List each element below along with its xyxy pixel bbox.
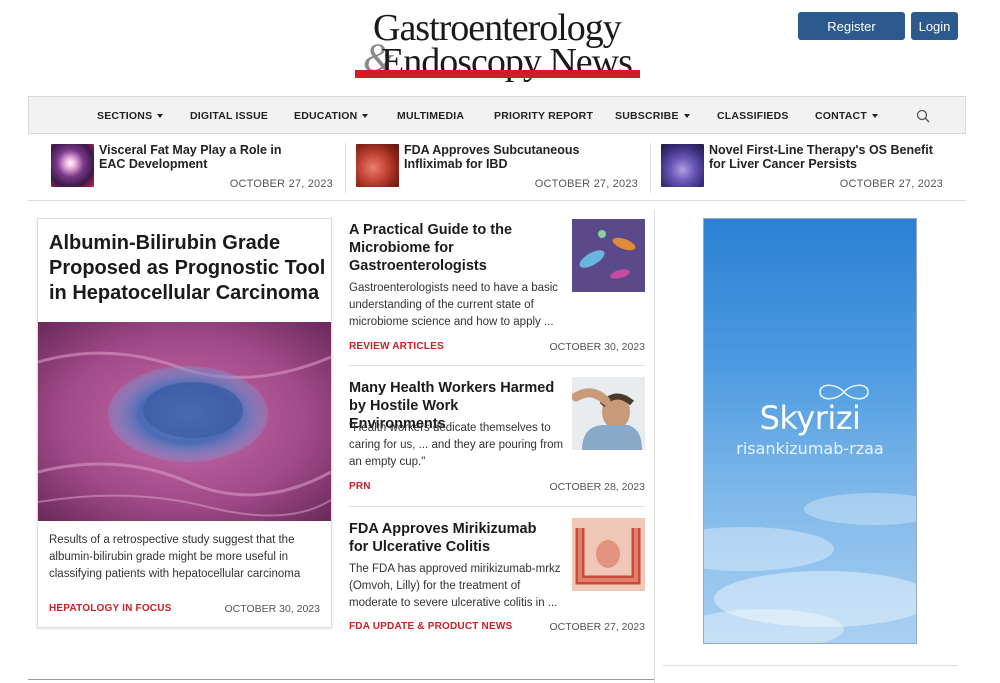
divider: [28, 679, 654, 680]
feature-image-graphic: [38, 322, 331, 521]
strip-article-title[interactable]: Novel First-Line Therapy's OS Benefit fo…: [709, 143, 934, 171]
nav-priority-report-label: PRIORITY REPORT: [494, 110, 594, 122]
divider: [650, 143, 651, 193]
article-thumbnail[interactable]: [572, 219, 645, 292]
strip-article[interactable]: FDA Approves Subcutaneous Infliximab for…: [356, 143, 638, 190]
feature-description: Results of a retrospective study suggest…: [49, 534, 301, 580]
feature-category-link[interactable]: HEPATOLOGY IN FOCUS: [49, 603, 172, 614]
nav-multimedia[interactable]: MULTIMEDIA: [397, 97, 464, 133]
strip-article-date: OCTOBER 27, 2023: [839, 178, 943, 190]
article-item[interactable]: Many Health Workers Harmed by Hostile Wo…: [349, 377, 645, 499]
article-date: OCTOBER 28, 2023: [549, 481, 645, 493]
article-item[interactable]: A Practical Guide to the Microbiome for …: [349, 219, 645, 356]
ad-generic-name: risankizumab-rzaa: [736, 439, 884, 458]
nav-contact-label: CONTACT: [815, 110, 867, 122]
article-date: OCTOBER 30, 2023: [549, 341, 645, 353]
divider: [663, 665, 958, 666]
chevron-down-icon: [683, 114, 690, 119]
nav-priority-report[interactable]: PRIORITY REPORT: [494, 97, 593, 133]
advertisement-banner[interactable]: Skyrizi risankizumab-rzaa: [703, 218, 917, 644]
feature-image[interactable]: [38, 322, 331, 521]
microbiome-image: [572, 219, 645, 292]
nav-subscribe-label: SUBSCRIBE: [615, 110, 679, 122]
health-worker-image: [572, 377, 645, 450]
article-category-link[interactable]: REVIEW ARTICLES: [349, 341, 444, 352]
divider: [28, 200, 966, 201]
logo-red-bar: [355, 70, 640, 78]
article-title[interactable]: A Practical Guide to the Microbiome for …: [349, 221, 559, 275]
chevron-down-icon: [871, 114, 878, 119]
article-description: The FDA has approved mirikizumab-mrkz (O…: [349, 563, 561, 609]
article-category-link[interactable]: PRN: [349, 481, 371, 492]
nav-subscribe[interactable]: SUBSCRIBE: [615, 97, 690, 133]
site-logo[interactable]: Gastroenterology & Endoscopy News: [355, 8, 640, 82]
column-divider: [654, 210, 655, 683]
login-button[interactable]: Login: [911, 12, 958, 40]
article-thumbnail: [51, 144, 94, 187]
nav-multimedia-label: MULTIMEDIA: [397, 110, 465, 122]
nav-contact[interactable]: CONTACT: [815, 97, 878, 133]
chevron-down-icon: [362, 114, 369, 119]
nav-classifieds[interactable]: CLASSIFIEDS: [717, 97, 789, 133]
register-button[interactable]: Register: [798, 12, 905, 40]
strip-article-date: OCTOBER 27, 2023: [229, 178, 333, 190]
article-description: "Health workers dedicate themselves to c…: [349, 422, 564, 468]
search-icon[interactable]: [916, 109, 930, 123]
divider: [349, 506, 645, 507]
article-title[interactable]: FDA Approves Mirikizumab for Ulcerative …: [349, 520, 559, 556]
main-nav: SECTIONS DIGITAL ISSUE EDUCATION MULTIME…: [28, 96, 966, 134]
divider: [345, 143, 346, 193]
nav-classifieds-label: CLASSIFIEDS: [717, 110, 789, 122]
article-description: Gastroenterologists need to have a basic…: [349, 282, 559, 328]
strip-article[interactable]: Novel First-Line Therapy's OS Benefit fo…: [661, 143, 943, 190]
article-date: OCTOBER 27, 2023: [549, 621, 645, 633]
chevron-down-icon: [157, 114, 164, 119]
strip-article-title[interactable]: Visceral Fat May Play a Role in EAC Deve…: [99, 143, 309, 171]
strip-article[interactable]: Visceral Fat May Play a Role in EAC Deve…: [51, 143, 333, 190]
article-thumbnail: [661, 144, 704, 187]
nav-education[interactable]: EDUCATION: [294, 97, 369, 133]
strip-article-title[interactable]: FDA Approves Subcutaneous Infliximab for…: [404, 143, 629, 171]
article-thumbnail[interactable]: [572, 518, 645, 591]
feature-date: OCTOBER 30, 2023: [224, 603, 320, 615]
colon-image: [572, 518, 645, 591]
nav-education-label: EDUCATION: [294, 110, 358, 122]
nav-sections[interactable]: SECTIONS: [97, 97, 164, 133]
divider: [349, 365, 645, 366]
nav-digital-issue[interactable]: DIGITAL ISSUE: [190, 97, 268, 133]
nav-sections-label: SECTIONS: [97, 110, 153, 122]
article-thumbnail: [356, 144, 399, 187]
article-category-link[interactable]: FDA UPDATE & PRODUCT NEWS: [349, 621, 512, 632]
ad-brand-name: Skyrizi: [759, 399, 861, 437]
feature-article-card[interactable]: Albumin-Bilirubin Grade Proposed as Prog…: [37, 218, 332, 628]
article-item[interactable]: FDA Approves Mirikizumab for Ulcerative …: [349, 518, 645, 635]
feature-title[interactable]: Albumin-Bilirubin Grade Proposed as Prog…: [49, 231, 329, 306]
strip-article-date: OCTOBER 27, 2023: [534, 178, 638, 190]
article-thumbnail[interactable]: [572, 377, 645, 450]
nav-digital-issue-label: DIGITAL ISSUE: [190, 110, 269, 122]
